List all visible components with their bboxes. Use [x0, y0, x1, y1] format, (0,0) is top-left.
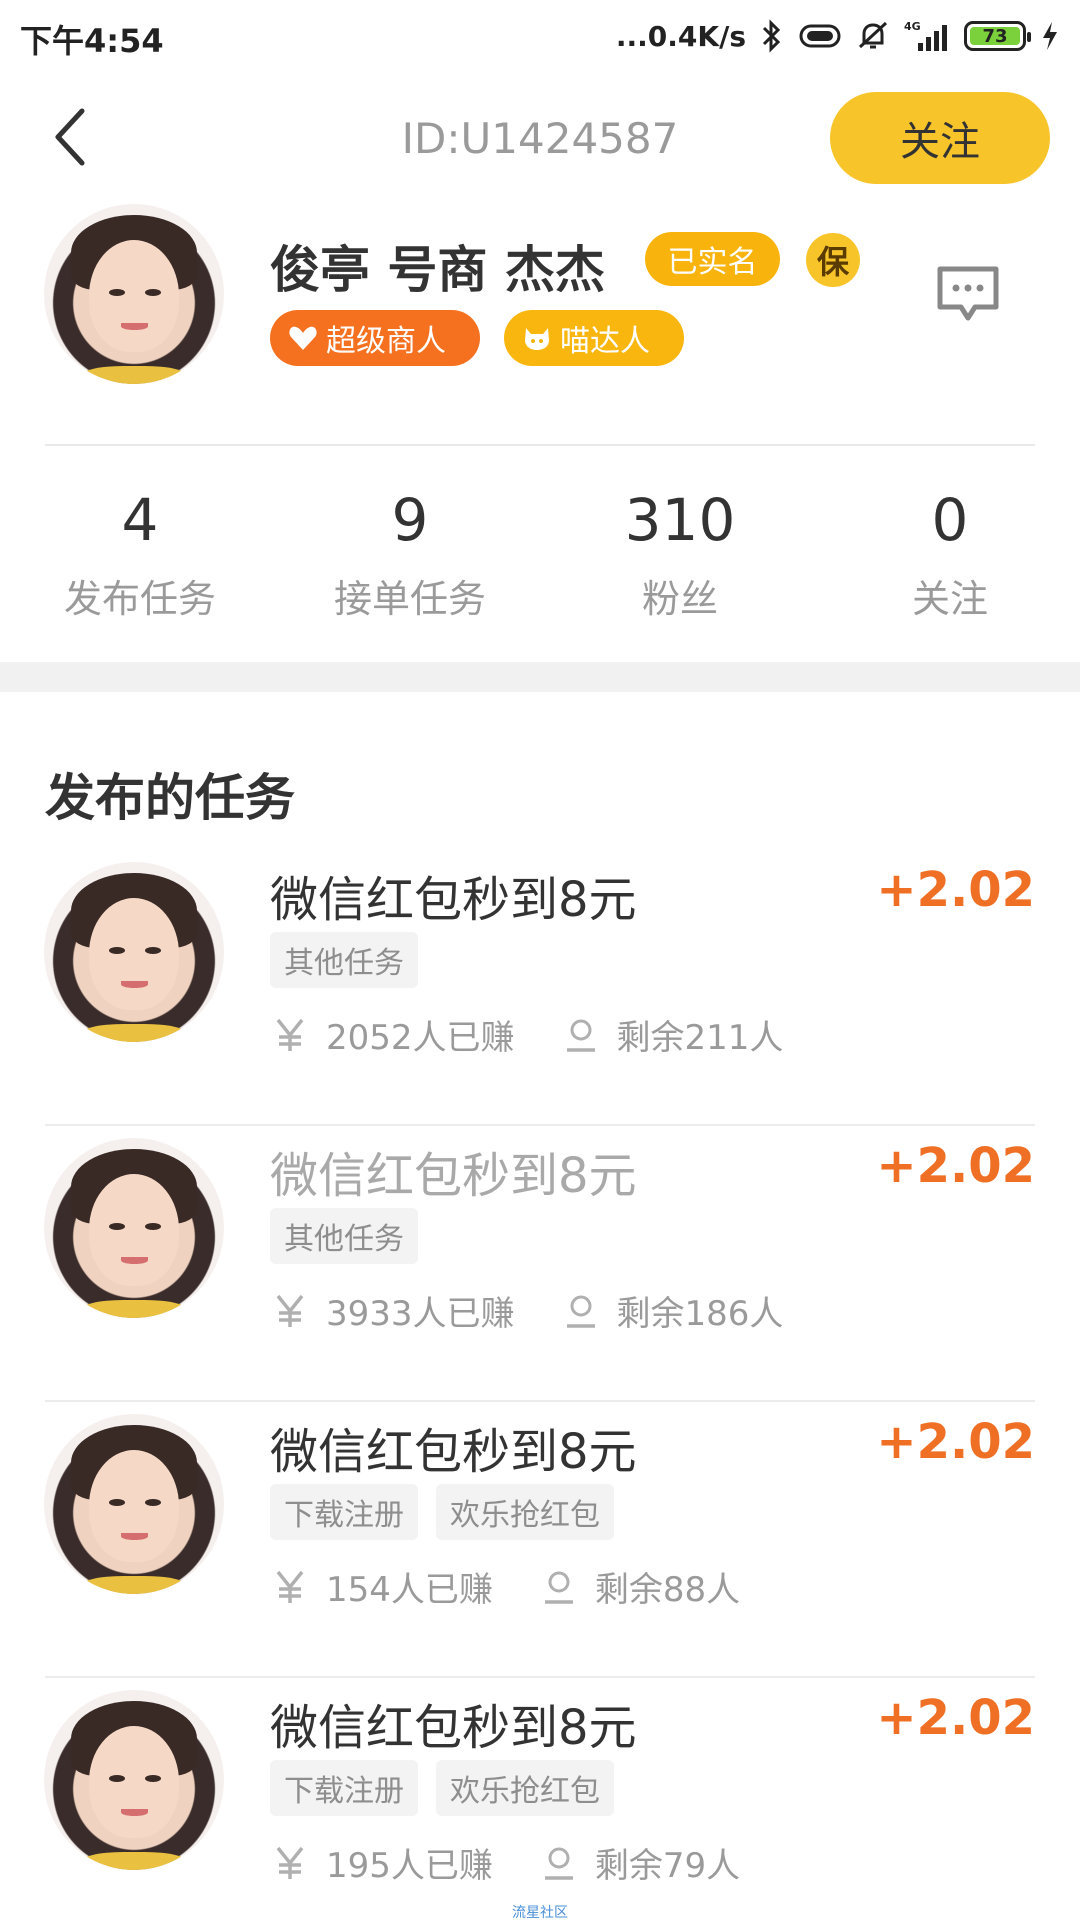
task-tag: 欢乐抢红包 — [436, 1760, 614, 1816]
task-item[interactable]: 微信红包秒到8元 +2.02 其他任务 2052人已赚 剩余211人 — [0, 850, 1080, 1126]
task-item[interactable]: 微信红包秒到8元 +2.02 其他任务 3933人已赚 剩余186人 — [0, 1126, 1080, 1402]
task-title: 微信红包秒到8元 — [270, 1424, 637, 1480]
task-reward: +2.02 — [876, 1414, 1035, 1470]
task-avatar — [44, 1138, 224, 1318]
task-remaining: 剩余79人 — [594, 1846, 741, 1886]
task-earned: 195人已赚 — [326, 1846, 493, 1886]
task-item[interactable]: 微信红包秒到8元 +2.02 下载注册 欢乐抢红包 154人已赚 剩余88人 — [0, 1402, 1080, 1678]
chat-bubble-icon — [937, 266, 999, 321]
stat-published-tasks[interactable]: 4 发布任务 — [0, 480, 270, 640]
stat-label: 发布任务 — [63, 577, 216, 621]
task-list: 微信红包秒到8元 +2.02 其他任务 2052人已赚 剩余211人 微信红包秒… — [0, 850, 1080, 1920]
stat-accepted-tasks[interactable]: 9 接单任务 — [270, 480, 540, 640]
super-merchant-badge: 超级商人 — [270, 310, 480, 366]
guarantee-badge: 保 — [806, 233, 860, 287]
footer-watermark: 流星社区 — [512, 1905, 568, 1920]
task-remaining: 剩余211人 — [616, 1018, 784, 1058]
profile-card: 俊亭 号商 杰杰 已实名 保 超级商人 喵达人 — [0, 200, 1080, 400]
stat-label: 关注 — [911, 577, 988, 621]
task-remaining: 剩余88人 — [594, 1570, 741, 1610]
task-title: 微信红包秒到8元 — [270, 872, 637, 928]
message-button[interactable] — [935, 263, 1001, 325]
yen-icon — [272, 1845, 308, 1881]
battery-level: 73 — [970, 26, 1020, 47]
badge-label: 喵达人 — [560, 324, 650, 359]
task-tags: 下载注册 欢乐抢红包 — [270, 1484, 614, 1540]
task-earned: 154人已赚 — [326, 1570, 493, 1610]
task-meta: 2052人已赚 剩余211人 — [272, 1010, 783, 1059]
stats-row: 4 发布任务 9 接单任务 310 粉丝 0 关注 — [0, 480, 1080, 640]
person-icon — [541, 1845, 577, 1881]
task-tag: 下载注册 — [270, 1760, 418, 1816]
person-icon — [541, 1569, 577, 1605]
vibrate-icon — [798, 22, 842, 50]
task-meta: 195人已赚 剩余79人 — [272, 1838, 740, 1887]
top-header: ID:U1424587 关注 — [0, 88, 1080, 188]
yen-icon — [272, 1293, 308, 1329]
user-badges: 超级商人 喵达人 — [270, 310, 684, 366]
task-tags: 其他任务 — [270, 1208, 418, 1264]
task-avatar — [44, 1414, 224, 1594]
task-reward: +2.02 — [876, 1690, 1035, 1746]
task-earned: 3933人已赚 — [326, 1294, 515, 1334]
mute-bell-icon — [856, 19, 890, 53]
stat-value: 0 — [931, 486, 969, 554]
user-name: 俊亭 号商 杰杰 — [270, 241, 605, 299]
task-title: 微信红包秒到8元 — [270, 1700, 637, 1756]
heart-icon — [289, 326, 317, 350]
task-meta: 3933人已赚 剩余186人 — [272, 1286, 783, 1335]
status-bar: 下午4:54 ...0.4K/s 4G 73 — [0, 0, 1080, 72]
task-tag: 其他任务 — [270, 932, 418, 988]
cat-expert-badge: 喵达人 — [504, 310, 684, 366]
charging-icon — [1040, 20, 1060, 52]
task-item[interactable]: 微信红包秒到8元 +2.02 下载注册 欢乐抢红包 195人已赚 剩余79人 — [0, 1678, 1080, 1920]
task-tag: 其他任务 — [270, 1208, 418, 1264]
person-icon — [563, 1293, 599, 1329]
verified-badge: 已实名 — [645, 232, 780, 286]
task-reward: +2.02 — [876, 862, 1035, 918]
stat-fans[interactable]: 310 粉丝 — [540, 480, 810, 640]
task-tag: 下载注册 — [270, 1484, 418, 1540]
task-avatar — [44, 862, 224, 1042]
stat-value: 4 — [121, 486, 159, 554]
yen-icon — [272, 1569, 308, 1605]
divider — [45, 444, 1035, 446]
task-title: 微信红包秒到8元 — [270, 1148, 637, 1204]
bluetooth-icon — [760, 19, 784, 53]
signal-icon: 4G — [904, 19, 950, 53]
task-tags: 其他任务 — [270, 932, 418, 988]
stat-value: 9 — [391, 486, 429, 554]
net-speed: ...0.4K/s — [615, 19, 746, 53]
person-icon — [563, 1017, 599, 1053]
cat-icon — [525, 328, 549, 350]
stat-label: 接单任务 — [333, 577, 486, 621]
follow-button[interactable]: 关注 — [830, 92, 1050, 184]
section-title: 发布的任务 — [45, 769, 295, 827]
status-time: 下午4:54 — [20, 22, 164, 60]
section-separator — [0, 662, 1080, 692]
stat-value: 310 — [624, 486, 736, 554]
stat-following[interactable]: 0 关注 — [810, 480, 1080, 640]
task-earned: 2052人已赚 — [326, 1018, 515, 1058]
svg-text:4G: 4G — [904, 20, 921, 33]
task-tags: 下载注册 欢乐抢红包 — [270, 1760, 614, 1816]
yen-icon — [272, 1017, 308, 1053]
task-reward: +2.02 — [876, 1138, 1035, 1194]
task-meta: 154人已赚 剩余88人 — [272, 1562, 740, 1611]
task-tag: 欢乐抢红包 — [436, 1484, 614, 1540]
task-avatar — [44, 1690, 224, 1870]
status-icons: ...0.4K/s 4G 73 — [616, 14, 1060, 58]
battery-icon: 73 — [964, 21, 1031, 51]
stat-label: 粉丝 — [641, 577, 718, 621]
avatar[interactable] — [44, 204, 224, 384]
task-remaining: 剩余186人 — [616, 1294, 784, 1334]
badge-label: 超级商人 — [326, 324, 446, 359]
